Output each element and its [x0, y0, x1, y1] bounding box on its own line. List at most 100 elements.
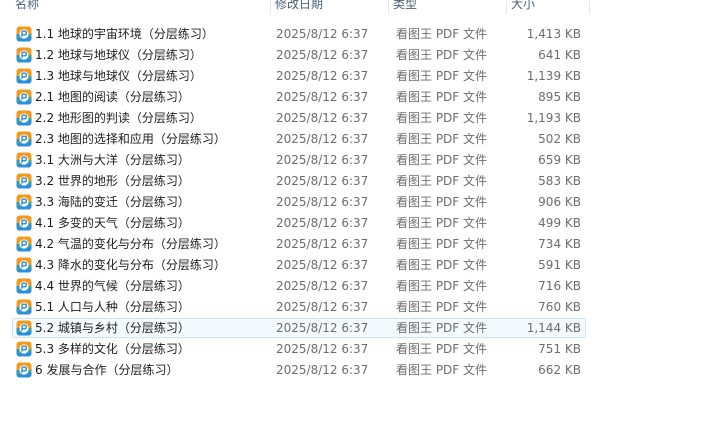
column-divider[interactable]: [270, 0, 271, 14]
pdf-file-icon: [16, 131, 32, 147]
file-name: 2.3 地图的选择和应用（分层练习）: [35, 132, 226, 146]
file-size: 734 KB: [538, 237, 581, 251]
file-size: 641 KB: [538, 48, 581, 62]
file-row[interactable]: 2.1 地图的阅读（分层练习） 2025/8/12 6:37 看图王 PDF 文件 8…: [12, 87, 586, 107]
file-date-modified: 2025/8/12 6:37: [276, 132, 369, 146]
file-type: 看图王 PDF 文件: [396, 216, 488, 230]
pdf-file-icon: [16, 89, 32, 105]
file-row[interactable]: 4.1 多变的天气（分层练习） 2025/8/12 6:37 看图王 PDF 文件 4…: [12, 213, 586, 233]
column-header-name[interactable]: 名称: [12, 0, 270, 14]
file-type: 看图王 PDF 文件: [396, 90, 488, 104]
pdf-file-icon: [16, 236, 32, 252]
pdf-file-icon: [16, 68, 32, 84]
file-type: 看图王 PDF 文件: [396, 321, 488, 335]
column-divider[interactable]: [589, 0, 590, 14]
file-name: 5.2 城镇与乡村（分层练习）: [35, 321, 190, 335]
file-size: 591 KB: [538, 258, 581, 272]
file-row[interactable]: 6 发展与合作（分层练习） 2025/8/12 6:37 看图王 PDF 文件 662…: [12, 360, 586, 380]
pdf-file-icon: [16, 341, 32, 357]
file-type: 看图王 PDF 文件: [396, 195, 488, 209]
file-type: 看图王 PDF 文件: [396, 300, 488, 314]
file-type: 看图王 PDF 文件: [396, 111, 488, 125]
file-size: 716 KB: [538, 279, 581, 293]
file-row[interactable]: 4.4 世界的气候（分层练习） 2025/8/12 6:37 看图王 PDF 文件 7…: [12, 276, 586, 296]
file-name: 5.1 人口与人种（分层练习）: [35, 300, 190, 314]
file-type: 看图王 PDF 文件: [396, 174, 488, 188]
file-size: 760 KB: [538, 300, 581, 314]
file-row[interactable]: 4.2 气温的变化与分布（分层练习） 2025/8/12 6:37 看图王 PDF …: [12, 234, 586, 254]
file-date-modified: 2025/8/12 6:37: [276, 111, 369, 125]
column-header-size[interactable]: 大小: [508, 0, 590, 14]
file-type: 看图王 PDF 文件: [396, 48, 488, 62]
pdf-file-icon: [16, 257, 32, 273]
file-row[interactable]: 3.2 世界的地形（分层练习） 2025/8/12 6:37 看图王 PDF 文件 5…: [12, 171, 586, 191]
file-row[interactable]: 1.2 地球与地球仪（分层练习） 2025/8/12 6:37 看图王 PDF 文件…: [12, 45, 586, 65]
column-divider[interactable]: [506, 0, 507, 14]
file-date-modified: 2025/8/12 6:37: [276, 195, 369, 209]
file-size: 499 KB: [538, 216, 581, 230]
file-name: 2.1 地图的阅读（分层练习）: [35, 90, 190, 104]
file-type: 看图王 PDF 文件: [396, 27, 488, 41]
file-date-modified: 2025/8/12 6:37: [276, 363, 369, 377]
file-type: 看图王 PDF 文件: [396, 153, 488, 167]
pdf-file-icon: [16, 152, 32, 168]
file-row[interactable]: 3.1 大洲与大洋（分层练习） 2025/8/12 6:37 看图王 PDF 文件 6…: [12, 150, 586, 170]
file-name: 3.2 世界的地形（分层练习）: [35, 174, 190, 188]
file-size: 1,413 KB: [526, 27, 581, 41]
file-size: 895 KB: [538, 90, 581, 104]
file-name: 4.1 多变的天气（分层练习）: [35, 216, 190, 230]
file-type: 看图王 PDF 文件: [396, 237, 488, 251]
column-header-date[interactable]: 修改日期: [272, 0, 388, 14]
file-size: 662 KB: [538, 363, 581, 377]
file-size: 659 KB: [538, 153, 581, 167]
file-date-modified: 2025/8/12 6:37: [276, 342, 369, 356]
file-row[interactable]: 1.3 地球与地球仪（分层练习） 2025/8/12 6:37 看图王 PDF 文件…: [12, 66, 586, 86]
file-date-modified: 2025/8/12 6:37: [276, 216, 369, 230]
file-type: 看图王 PDF 文件: [396, 258, 488, 272]
file-size: 751 KB: [538, 342, 581, 356]
pdf-file-icon: [16, 215, 32, 231]
file-row[interactable]: 2.3 地图的选择和应用（分层练习） 2025/8/12 6:37 看图王 PDF …: [12, 129, 586, 149]
file-name: 5.3 多样的文化（分层练习）: [35, 342, 190, 356]
file-date-modified: 2025/8/12 6:37: [276, 69, 369, 83]
pdf-file-icon: [16, 278, 32, 294]
file-type: 看图王 PDF 文件: [396, 363, 488, 377]
pdf-file-icon: [16, 362, 32, 378]
file-date-modified: 2025/8/12 6:37: [276, 300, 369, 314]
pdf-file-icon: [16, 320, 32, 336]
file-name: 4.2 气温的变化与分布（分层练习）: [35, 237, 226, 251]
file-name: 4.4 世界的气候（分层练习）: [35, 279, 190, 293]
file-size: 502 KB: [538, 132, 581, 146]
file-date-modified: 2025/8/12 6:37: [276, 90, 369, 104]
file-name: 6 发展与合作（分层练习）: [35, 363, 179, 377]
file-row[interactable]: 1.1 地球的宇宙环境（分层练习） 2025/8/12 6:37 看图王 PDF 文…: [12, 24, 586, 44]
file-date-modified: 2025/8/12 6:37: [276, 174, 369, 188]
file-type: 看图王 PDF 文件: [396, 69, 488, 83]
pdf-file-icon: [16, 47, 32, 63]
file-date-modified: 2025/8/12 6:37: [276, 258, 369, 272]
file-name: 4.3 降水的变化与分布（分层练习）: [35, 258, 226, 272]
file-size: 1,139 KB: [526, 69, 581, 83]
column-divider[interactable]: [388, 0, 389, 14]
file-row[interactable]: 5.1 人口与人种（分层练习） 2025/8/12 6:37 看图王 PDF 文件 7…: [12, 297, 586, 317]
pdf-file-icon: [16, 110, 32, 126]
file-date-modified: 2025/8/12 6:37: [276, 27, 369, 41]
file-row[interactable]: 2.2 地形图的判读（分层练习） 2025/8/12 6:37 看图王 PDF 文件…: [12, 108, 586, 128]
file-row[interactable]: 5.2 城镇与乡村（分层练习） 2025/8/12 6:37 看图王 PDF 文件 1…: [12, 318, 586, 338]
column-header-bar: 名称 修改日期 类型 大小: [0, 0, 724, 14]
file-name: 1.1 地球的宇宙环境（分层练习）: [35, 27, 214, 41]
file-row[interactable]: 4.3 降水的变化与分布（分层练习） 2025/8/12 6:37 看图王 PDF …: [12, 255, 586, 275]
file-type: 看图王 PDF 文件: [396, 279, 488, 293]
file-date-modified: 2025/8/12 6:37: [276, 48, 369, 62]
file-row[interactable]: 3.3 海陆的变迁（分层练习） 2025/8/12 6:37 看图王 PDF 文件 9…: [12, 192, 586, 212]
file-name: 3.1 大洲与大洋（分层练习）: [35, 153, 190, 167]
file-date-modified: 2025/8/12 6:37: [276, 153, 369, 167]
column-header-type[interactable]: 类型: [390, 0, 506, 14]
file-row[interactable]: 5.3 多样的文化（分层练习） 2025/8/12 6:37 看图王 PDF 文件 7…: [12, 339, 586, 359]
file-date-modified: 2025/8/12 6:37: [276, 279, 369, 293]
file-size: 1,193 KB: [526, 111, 581, 125]
file-type: 看图王 PDF 文件: [396, 342, 488, 356]
file-size: 906 KB: [538, 195, 581, 209]
file-name: 1.2 地球与地球仪（分层练习）: [35, 48, 202, 62]
pdf-file-icon: [16, 194, 32, 210]
